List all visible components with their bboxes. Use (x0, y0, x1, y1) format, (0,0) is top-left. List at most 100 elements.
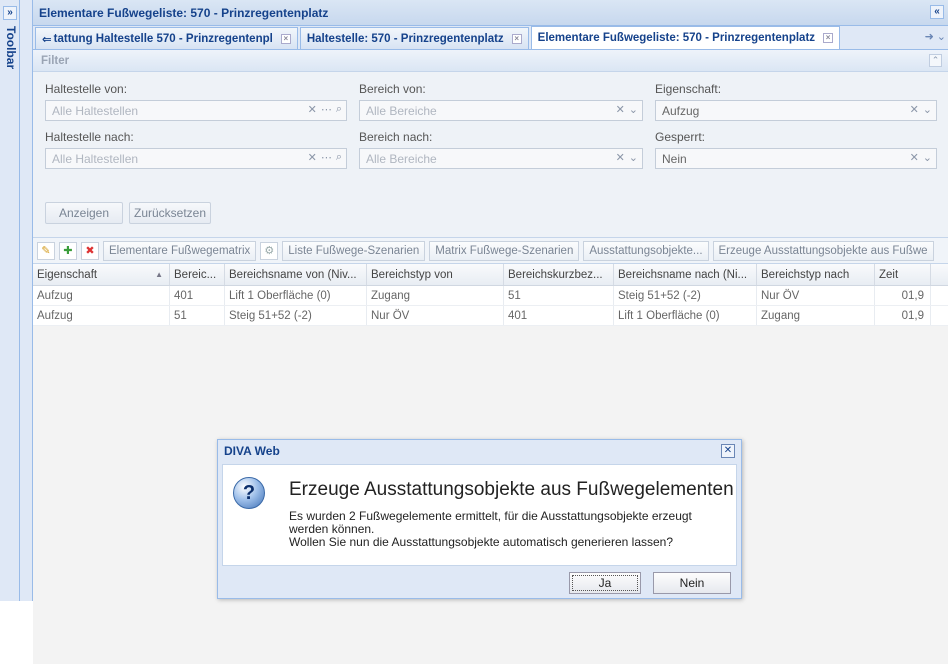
filter-header: Filter ⌃ (33, 50, 948, 72)
cell-bereichsname-von: Lift 1 Oberfläche (0) (225, 286, 367, 305)
more-icon[interactable]: ⋯ (321, 103, 332, 116)
tab-label: Elementare Fußwegeliste: 570 - Prinzrege… (537, 32, 816, 44)
matrix-szenarien-button[interactable]: Matrix Fußwege-Szenarien (429, 240, 580, 261)
elementare-matrix-button[interactable]: Elementare Fußwegematrix (103, 240, 257, 261)
column-header-bereichskurzbez[interactable]: Bereichskurzbez... (504, 264, 614, 285)
filter-title: Filter (41, 54, 70, 67)
close-icon[interactable]: × (511, 33, 522, 44)
chevron-down-icon[interactable]: ⌄ (923, 103, 932, 116)
haltestelle-von-field[interactable]: Alle Haltestellen ✕ ⋯ ⌕ (45, 100, 347, 121)
table-row[interactable]: Aufzug 51 Steig 51+52 (-2) Nur ÖV 401 Li… (33, 306, 948, 326)
chevron-down-icon[interactable]: ⌄ (923, 151, 932, 164)
column-header-bereichsname-nach[interactable]: Bereichsname nach (Ni... (614, 264, 757, 285)
liste-szenarien-button[interactable]: Liste Fußwege-Szenarien (282, 240, 426, 261)
reset-button[interactable]: Zurücksetzen (129, 202, 211, 224)
haltestelle-von-label: Haltestelle von: (45, 82, 128, 96)
toolbar-strip: » Toolbar (0, 0, 20, 601)
tab-label: Haltestelle: 570 - Prinzregentenplatz (306, 32, 504, 45)
eigenschaft-select[interactable]: Aufzug ✕ ⌄ (655, 100, 937, 121)
bereich-nach-placeholder: Alle Bereiche (366, 151, 437, 166)
collapse-filter-icon[interactable]: ⌃ (929, 54, 942, 67)
show-button[interactable]: Anzeigen (45, 202, 123, 224)
more-icon[interactable]: ⋯ (321, 151, 332, 164)
tab-ausstattung-haltestelle[interactable]: ⇐ tattung Haltestelle 570 - Prinzregente… (35, 27, 298, 49)
cell-bereichskurzbez: 401 (504, 306, 614, 325)
cell-bereichsname-von: Steig 51+52 (-2) (225, 306, 367, 325)
chevron-down-icon[interactable]: ⌄ (629, 151, 638, 164)
cell-bereichstyp-von: Zugang (367, 286, 504, 305)
eigenschaft-value: Aufzug (662, 103, 700, 118)
confirm-dialog: DIVA Web ✕ ? Erzeuge Ausstattungsobjekte… (217, 439, 742, 599)
add-icon[interactable]: ✚ (59, 241, 77, 260)
edit-icon[interactable]: ✎ (37, 241, 55, 260)
gesperrt-value: Nein (662, 151, 687, 166)
cell-bereichsname-nach: Lift 1 Oberfläche (0) (614, 306, 757, 325)
clear-icon[interactable]: ✕ (616, 151, 625, 164)
yes-button[interactable]: Ja (569, 572, 641, 594)
close-icon[interactable]: × (823, 33, 834, 43)
filter-form: Haltestelle von: Alle Haltestellen ✕ ⋯ ⌕… (33, 72, 948, 238)
clear-icon[interactable]: ✕ (910, 103, 919, 116)
cell-bereichstyp-nach: Zugang (757, 306, 875, 325)
bereich-von-select[interactable]: Alle Bereiche ✕ ⌄ (359, 100, 643, 121)
column-header-bereichstyp-nach[interactable]: Bereichstyp nach (757, 264, 875, 285)
cell-zeit: 01,9 (875, 286, 931, 305)
clear-icon[interactable]: ✕ (616, 103, 625, 116)
cell-eigenschaft: Aufzug (33, 286, 170, 305)
cell-eigenschaft: Aufzug (33, 306, 170, 325)
haltestelle-nach-label: Haltestelle nach: (45, 130, 134, 144)
bereich-von-label: Bereich von: (359, 82, 426, 96)
clear-icon[interactable]: ✕ (308, 103, 317, 116)
dialog-heading: Erzeuge Ausstattungsobjekte aus Fußwegel… (289, 479, 734, 500)
close-icon[interactable]: ✕ (721, 444, 735, 458)
gesperrt-select[interactable]: Nein ✕ ⌄ (655, 148, 937, 169)
bereich-nach-label: Bereich nach: (359, 130, 433, 144)
delete-icon[interactable]: ✖ (81, 241, 99, 260)
clear-icon[interactable]: ✕ (308, 151, 317, 164)
tab-haltestelle[interactable]: Haltestelle: 570 - Prinzregentenplatz × (299, 27, 529, 49)
collapse-panel-icon[interactable]: « (930, 5, 944, 19)
tab-fusswegeliste[interactable]: Elementare Fußwegeliste: 570 - Prinzrege… (530, 26, 841, 49)
cell-bereich: 51 (170, 306, 225, 325)
grid-toolbar: ✎ ✚ ✖ Elementare Fußwegematrix ⚙ Liste F… (33, 238, 948, 264)
toolbar-label[interactable]: Toolbar (4, 26, 18, 69)
eigenschaft-label: Eigenschaft: (655, 82, 722, 96)
column-header-bereich[interactable]: Bereic... (170, 264, 225, 285)
erzeuge-ausstattungsobjekte-button[interactable]: Erzeuge Ausstattungsobjekte aus Fußwe (712, 240, 934, 261)
no-button[interactable]: Nein (653, 572, 731, 594)
field-icons: ✕ ⋯ ⌕ (308, 151, 342, 164)
cell-bereichskurzbez: 51 (504, 286, 614, 305)
chevron-down-icon[interactable]: ⌄ (629, 103, 638, 116)
expand-toolbar-icon[interactable]: » (3, 6, 17, 20)
field-icons: ✕ ⌄ (616, 151, 638, 164)
ausstattungsobjekte-button[interactable]: Ausstattungsobjekte... (583, 240, 709, 261)
search-icon[interactable]: ⌕ (336, 103, 342, 116)
column-header-zeit[interactable]: Zeit (875, 264, 931, 285)
question-icon: ? (233, 477, 265, 509)
panel-gap (20, 0, 32, 601)
column-header-bereichstyp-von[interactable]: Bereichstyp von (367, 264, 504, 285)
column-header-eigenschaft[interactable]: Eigenschaft ▲ (33, 264, 170, 285)
haltestelle-von-placeholder: Alle Haltestellen (52, 103, 139, 118)
gear-icon[interactable]: ⚙ (260, 241, 279, 260)
cell-bereich: 401 (170, 286, 225, 305)
dialog-message: Es wurden 2 Fußwegelemente ermittelt, fü… (289, 510, 719, 549)
dialog-header: DIVA Web ✕ (218, 440, 741, 462)
bereich-nach-select[interactable]: Alle Bereiche ✕ ⌄ (359, 148, 643, 169)
dialog-body: ? Erzeuge Ausstattungsobjekte aus Fußweg… (222, 464, 737, 566)
tab-scroll-right-icon[interactable]: ➜ (925, 30, 934, 43)
cell-bereichstyp-von: Nur ÖV (367, 306, 504, 325)
sort-asc-icon: ▲ (155, 270, 163, 279)
table-row[interactable]: Aufzug 401 Lift 1 Oberfläche (0) Zugang … (33, 286, 948, 306)
column-header-bereichsname-von[interactable]: Bereichsname von (Niv... (225, 264, 367, 285)
field-icons: ✕ ⌄ (910, 151, 932, 164)
field-icons: ✕ ⋯ ⌕ (308, 103, 342, 116)
dialog-message-line1: Es wurden 2 Fußwegelemente ermittelt, fü… (289, 509, 692, 536)
clear-icon[interactable]: ✕ (910, 151, 919, 164)
haltestelle-nach-field[interactable]: Alle Haltestellen ✕ ⋯ ⌕ (45, 148, 347, 169)
tab-nav: ➜ ⌄ (925, 30, 946, 43)
tab-menu-icon[interactable]: ⌄ (937, 30, 946, 43)
search-icon[interactable]: ⌕ (336, 151, 342, 164)
close-icon[interactable]: × (280, 33, 291, 44)
tab-scroll-left-icon[interactable]: ⇐ (42, 32, 52, 46)
